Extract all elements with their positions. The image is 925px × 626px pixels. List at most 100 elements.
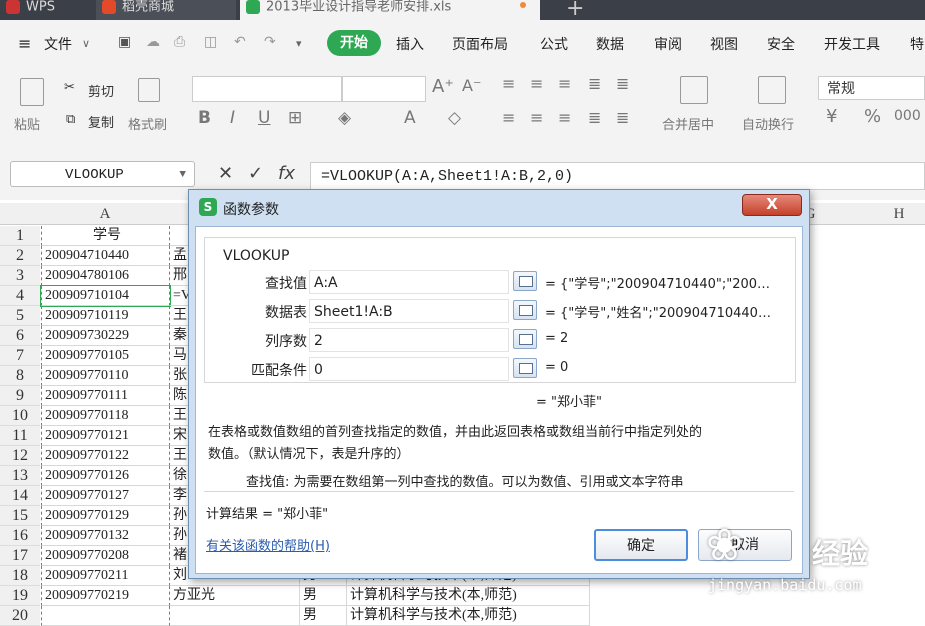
row-header[interactable]: 19 xyxy=(0,586,40,606)
wrap-text-icon[interactable] xyxy=(758,76,786,104)
font-name-select[interactable] xyxy=(192,76,342,102)
cell-a[interactable]: 200909770111 xyxy=(41,386,170,406)
name-box[interactable]: VLOOKUP ▼ xyxy=(10,161,195,187)
select-all-corner[interactable] xyxy=(0,203,40,225)
table-array-input[interactable]: Sheet1!A:B xyxy=(309,299,509,323)
row-header[interactable]: 2 xyxy=(0,246,40,266)
cell-a[interactable]: 200909770118 xyxy=(41,406,170,426)
menu-view[interactable]: 视图 xyxy=(710,34,738,54)
hamburger-icon[interactable]: ≡ xyxy=(18,34,31,53)
align-left-icon[interactable]: ≡ xyxy=(502,108,515,127)
paste-label[interactable]: 粘贴 xyxy=(14,114,40,133)
menu-file[interactable]: 文件 xyxy=(44,34,72,54)
wrap-text-button[interactable]: 自动换行 xyxy=(742,114,794,133)
cancel-formula-icon[interactable]: ✕ xyxy=(218,163,233,184)
font-grow-icon[interactable]: A⁺ xyxy=(432,76,454,97)
italic-icon[interactable]: I xyxy=(230,108,235,128)
confirm-formula-icon[interactable]: ✓ xyxy=(248,163,263,184)
save-icon[interactable]: ▣ xyxy=(118,34,131,50)
align-right-icon[interactable]: ≡ xyxy=(558,108,571,127)
menu-developer[interactable]: 开发工具 xyxy=(824,34,880,54)
align-center-icon[interactable]: ≡ xyxy=(530,108,543,127)
cell-b[interactable]: 方亚光 xyxy=(170,586,300,606)
row-header[interactable]: 9 xyxy=(0,386,40,406)
undo-icon[interactable]: ↶ xyxy=(234,34,246,50)
menu-review[interactable]: 审阅 xyxy=(654,34,682,54)
insert-function-icon[interactable]: fx xyxy=(278,163,295,184)
copy-button[interactable]: 复制 xyxy=(88,112,114,131)
more-icon[interactable]: ▾ xyxy=(296,37,302,50)
menu-special[interactable]: 特 xyxy=(910,34,924,54)
cell-a[interactable]: 200909770110 xyxy=(41,366,170,386)
cell-a[interactable]: 200909770127 xyxy=(41,486,170,506)
row-header[interactable]: 11 xyxy=(0,426,40,446)
row-header[interactable]: 7 xyxy=(0,346,40,366)
ok-button[interactable]: 确定 xyxy=(594,529,688,561)
row-header[interactable]: 6 xyxy=(0,326,40,346)
formula-input[interactable]: =VLOOKUP(A:A,Sheet1!A:B,2,0) xyxy=(310,162,925,190)
cell-d[interactable]: 计算机科学与技术(本,师范) xyxy=(347,586,590,606)
cell-a[interactable]: 200909770219 xyxy=(41,586,170,606)
cell-a[interactable]: 学号 xyxy=(41,226,170,246)
paste-icon[interactable] xyxy=(20,78,44,106)
cell-d[interactable]: 计算机科学与技术(本,师范) xyxy=(347,606,590,626)
indent-icon[interactable]: ≣ xyxy=(616,74,629,93)
row-header[interactable]: 12 xyxy=(0,446,40,466)
row-header[interactable]: 10 xyxy=(0,406,40,426)
column-header-h[interactable]: H xyxy=(854,203,925,225)
lookup-value-input[interactable]: A:A xyxy=(309,270,509,294)
menu-data[interactable]: 数据 xyxy=(596,34,624,54)
tab-spreadsheet[interactable]: 2013毕业设计指导老师安排.xls xyxy=(240,0,540,20)
row-header[interactable]: 14 xyxy=(0,486,40,506)
range-select-button[interactable] xyxy=(513,300,537,320)
row-header[interactable]: 5 xyxy=(0,306,40,326)
align-middle-icon[interactable]: ≡ xyxy=(530,74,543,93)
merge-cells-icon[interactable] xyxy=(680,76,708,104)
justify-icon[interactable]: ≣ xyxy=(588,108,601,127)
underline-icon[interactable]: U xyxy=(258,108,270,128)
fill-color-icon[interactable]: ◈ xyxy=(338,108,351,128)
align-top-icon[interactable]: ≡ xyxy=(502,74,515,93)
cell-a[interactable]: 200909770132 xyxy=(41,526,170,546)
border-icon[interactable]: ⊞ xyxy=(288,108,302,128)
cell-a[interactable]: 200909770211 xyxy=(41,566,170,586)
orientation-icon[interactable]: ≣ xyxy=(588,74,601,93)
cell-a[interactable]: 200909770126 xyxy=(41,466,170,486)
percent-icon[interactable]: % xyxy=(864,106,881,127)
tab-docer-store[interactable]: 稻壳商城 xyxy=(96,0,236,20)
cell-a[interactable]: 200909770122 xyxy=(41,446,170,466)
cell-a[interactable]: 200909770105 xyxy=(41,346,170,366)
format-painter-button[interactable]: 格式刷 xyxy=(128,114,167,133)
menu-formulas[interactable]: 公式 xyxy=(540,34,568,54)
font-size-select[interactable] xyxy=(342,76,426,102)
cell-a[interactable]: 200909770208 xyxy=(41,546,170,566)
copy-icon[interactable]: ⧉ xyxy=(66,112,75,127)
tab-wps[interactable]: WPS xyxy=(0,0,92,20)
row-header[interactable]: 15 xyxy=(0,506,40,526)
cell-a[interactable]: 200904780106 xyxy=(41,266,170,286)
cell-a[interactable]: 200909770129 xyxy=(41,506,170,526)
menu-insert[interactable]: 插入 xyxy=(396,34,424,54)
close-button[interactable]: X xyxy=(742,194,802,216)
cut-button[interactable]: 剪切 xyxy=(88,81,114,100)
font-shrink-icon[interactable]: A⁻ xyxy=(462,76,481,95)
range-lookup-input[interactable]: 0 xyxy=(309,357,509,381)
dialog-title-bar[interactable]: S 函数参数 X xyxy=(189,190,809,224)
chevron-down-icon[interactable]: ∨ xyxy=(82,37,90,50)
number-format-select[interactable]: 常规 xyxy=(818,76,925,100)
column-header-a[interactable]: A xyxy=(40,203,170,225)
row-header[interactable]: 17 xyxy=(0,546,40,566)
bold-icon[interactable]: B xyxy=(198,108,211,128)
col-index-input[interactable]: 2 xyxy=(309,328,509,352)
distribute-icon[interactable]: ≣ xyxy=(616,108,629,127)
thousands-icon[interactable]: 000 xyxy=(894,108,921,124)
range-select-button[interactable] xyxy=(513,271,537,291)
range-select-button[interactable] xyxy=(513,358,537,378)
new-tab-icon[interactable]: + xyxy=(566,0,584,20)
cell-a[interactable]: 200904710440 xyxy=(41,246,170,266)
row-header[interactable]: 1 xyxy=(0,226,40,246)
row-header[interactable]: 16 xyxy=(0,526,40,546)
clear-icon[interactable]: ◇ xyxy=(448,108,461,128)
cloud-icon[interactable]: ☁ xyxy=(146,34,160,50)
currency-icon[interactable]: ¥ xyxy=(826,106,837,127)
